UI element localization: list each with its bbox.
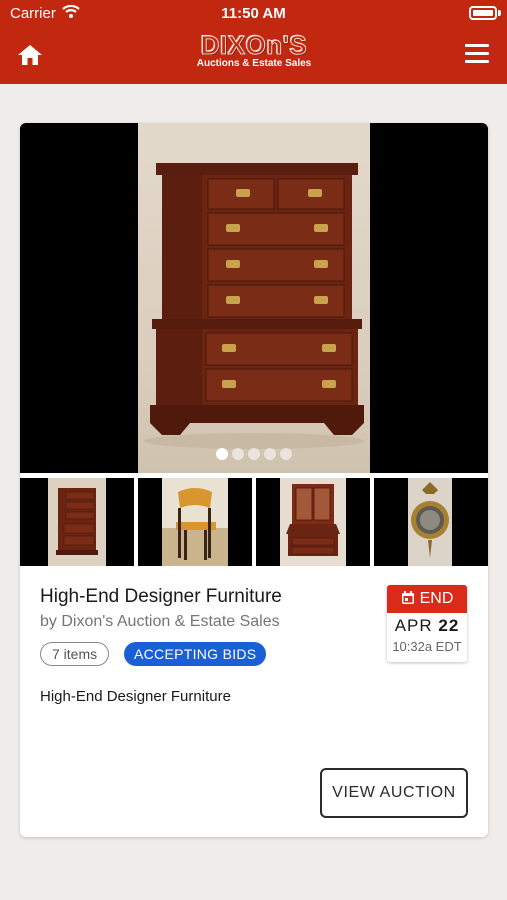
thumbnail-secretary-desk[interactable] xyxy=(256,478,370,566)
end-date-card: END APR 22 10:32a EDT xyxy=(387,585,467,662)
home-icon[interactable] xyxy=(16,42,44,68)
carousel-dot[interactable] xyxy=(264,448,276,460)
thumbnail-convex-mirror[interactable] xyxy=(374,478,488,566)
end-time: 10:32a EDT xyxy=(392,639,462,654)
end-date-header: END xyxy=(387,585,467,613)
auction-description: High-End Designer Furniture xyxy=(40,688,231,705)
thumbnail-wooden-chair[interactable] xyxy=(138,478,252,566)
logo-tagline: Auctions & Estate Sales xyxy=(196,58,312,69)
end-label: END xyxy=(419,590,454,607)
carousel-dot[interactable] xyxy=(232,448,244,460)
auction-card: High-End Designer Furniture by Dixon's A… xyxy=(20,123,488,837)
image-carousel[interactable] xyxy=(20,123,488,473)
status-badge: ACCEPTING BIDS xyxy=(124,642,267,666)
calendar-icon xyxy=(401,591,414,604)
auction-details: High-End Designer Furniture by Dixon's A… xyxy=(20,566,488,837)
hamburger-menu-icon[interactable] xyxy=(465,44,489,64)
carousel-photo-chest-of-drawers xyxy=(138,123,370,473)
status-bar: Carrier 11:50 AM xyxy=(0,0,507,28)
thumbnail-strip xyxy=(20,478,488,566)
auction-seller: by Dixon's Auction & Estate Sales xyxy=(40,613,280,630)
clock: 11:50 AM xyxy=(221,5,286,22)
view-auction-button[interactable]: VIEW AUCTION xyxy=(320,768,468,818)
auction-title[interactable]: High-End Designer Furniture xyxy=(40,586,282,608)
carousel-pagination xyxy=(20,447,488,465)
end-month: APR xyxy=(394,616,433,635)
carousel-dot[interactable] xyxy=(248,448,260,460)
logo-wordmark: DIXOn'S xyxy=(200,30,308,60)
battery-tip xyxy=(498,10,501,16)
items-count-badge: 7 items xyxy=(40,642,110,666)
end-day: 22 xyxy=(438,616,460,635)
app-header: Carrier 11:50 AM DIXOn'S Auctions & Esta… xyxy=(0,0,507,84)
thumbnail-chest-of-drawers[interactable] xyxy=(20,478,134,566)
carousel-dot[interactable] xyxy=(280,448,292,460)
end-date: APR 22 xyxy=(387,616,467,636)
battery-icon xyxy=(469,6,497,20)
dixons-logo[interactable]: DIXOn'S Auctions & Estate Sales xyxy=(190,32,318,72)
carousel-dot[interactable] xyxy=(216,448,228,460)
